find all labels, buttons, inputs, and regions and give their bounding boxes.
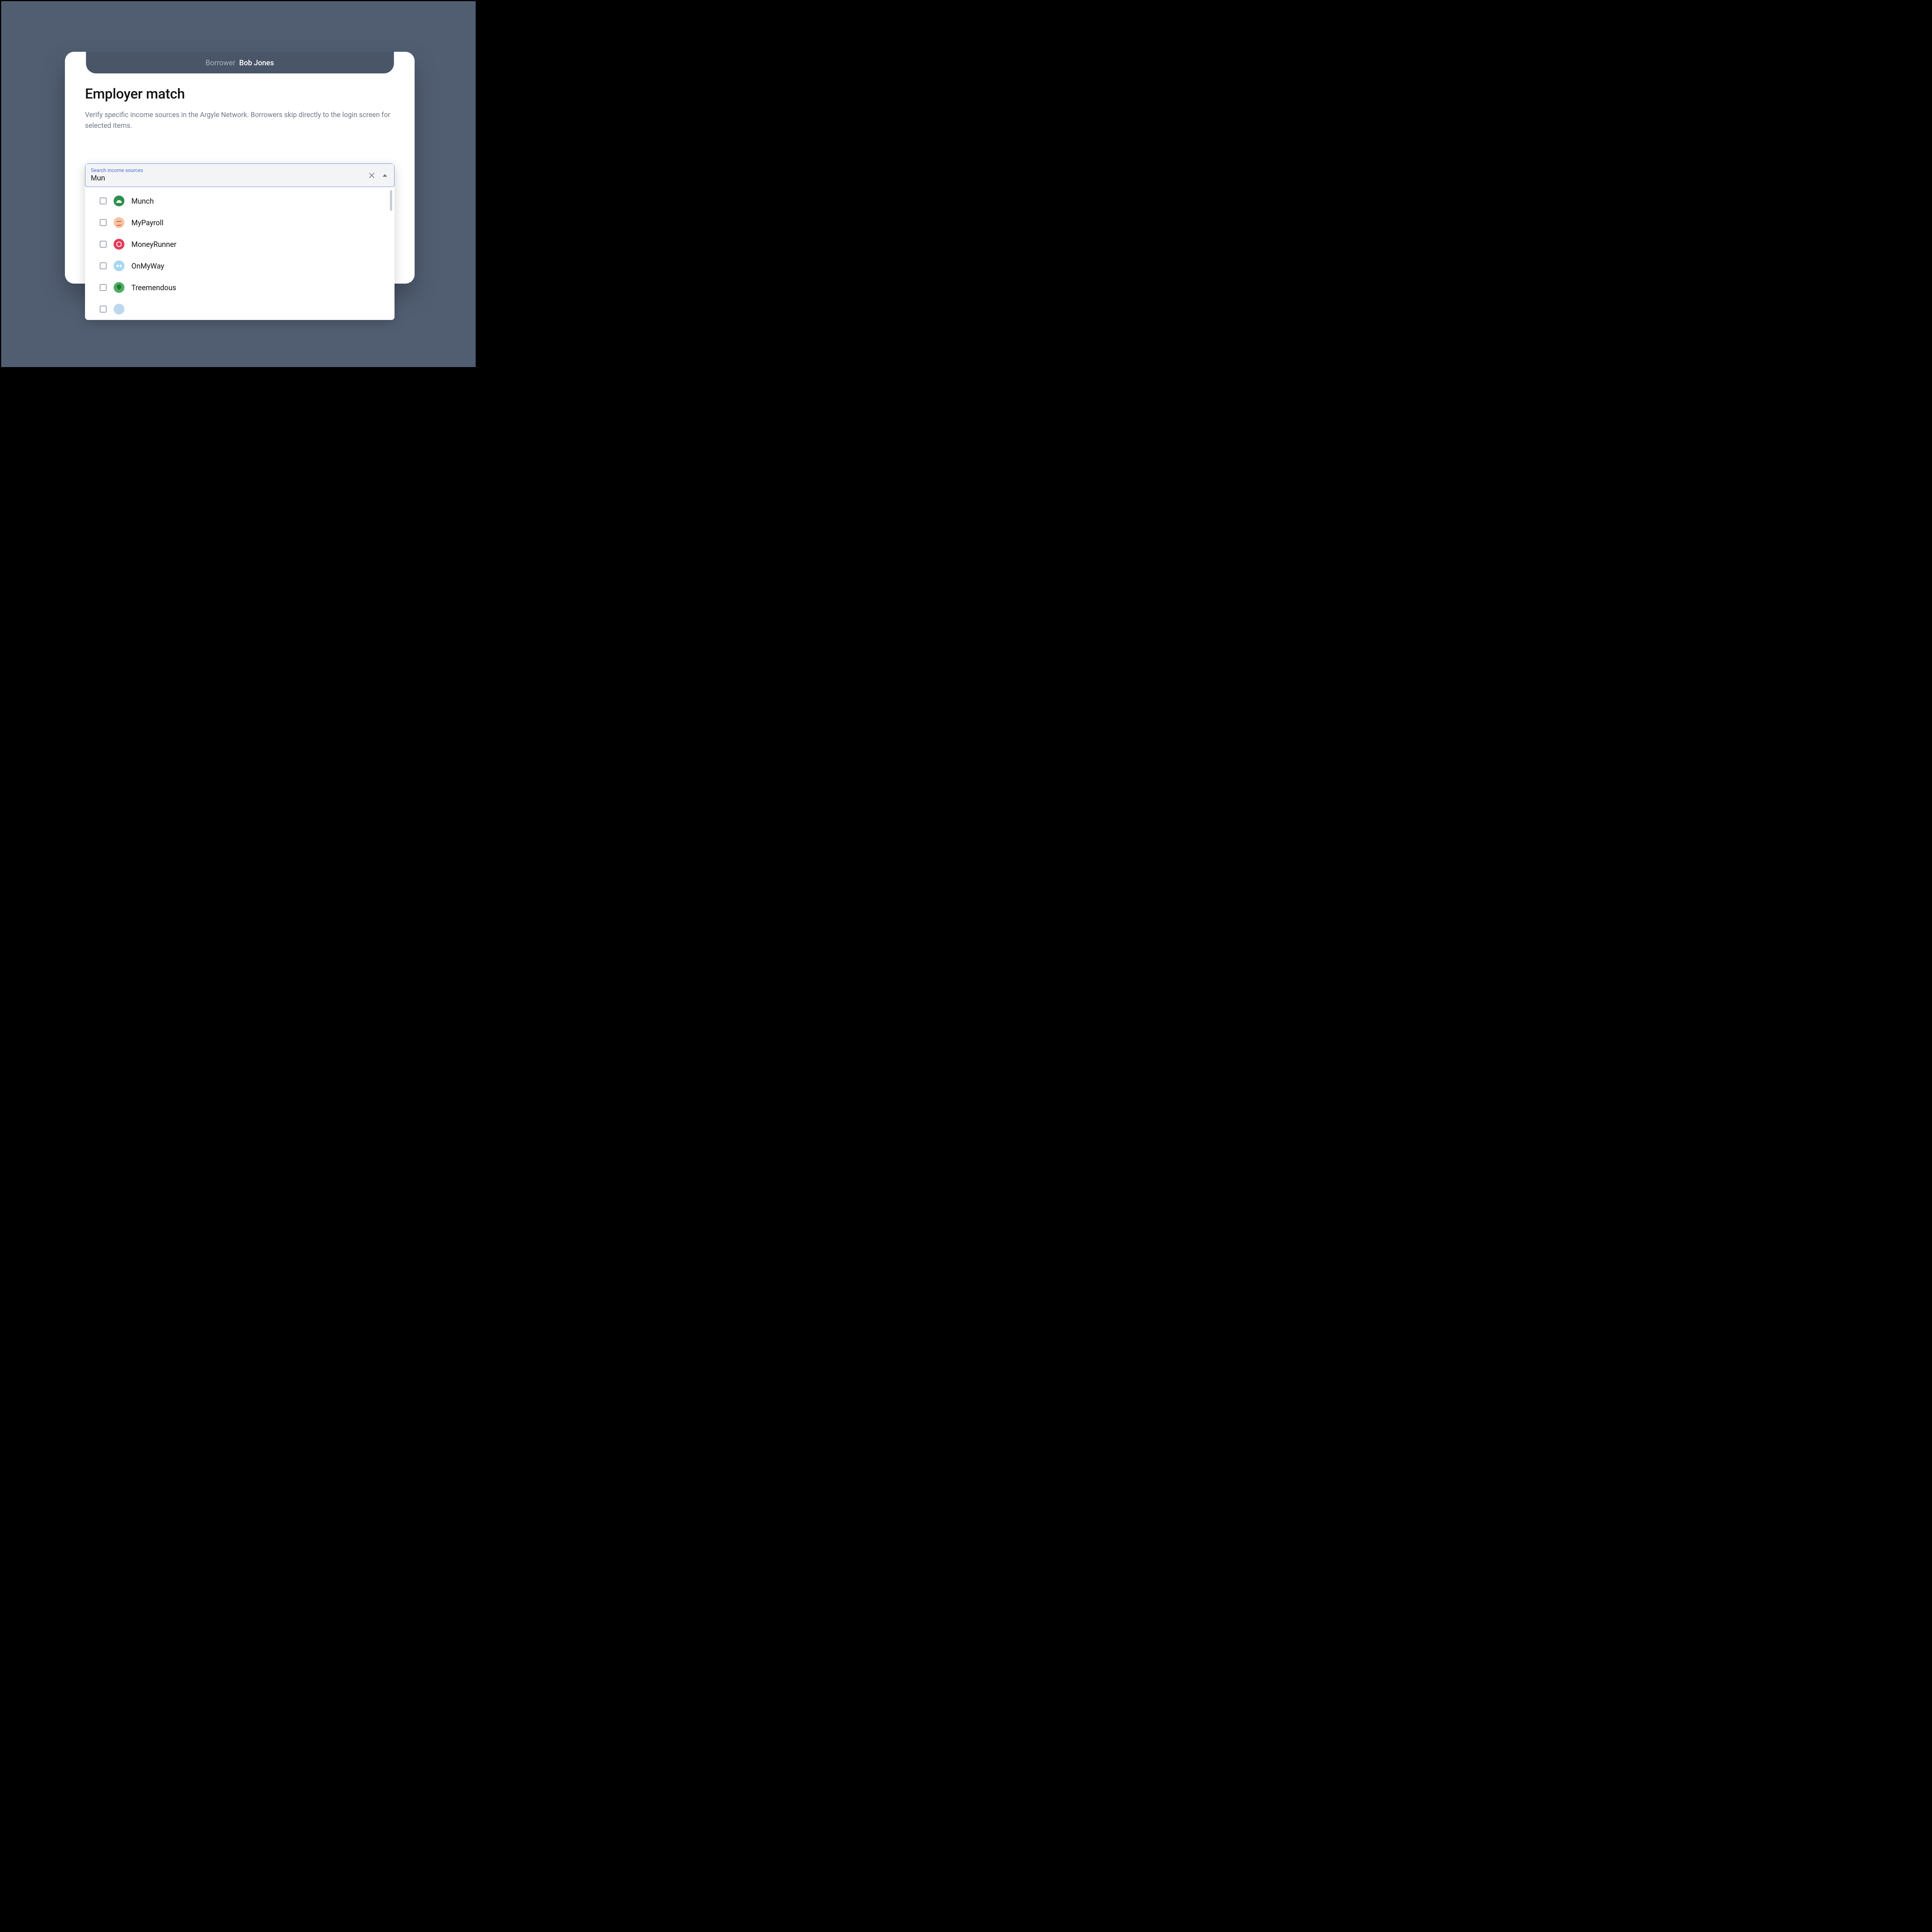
search-field-label: Search income sources <box>91 168 389 173</box>
app-stage: Borrower Bob Jones Employer match Verify… <box>0 0 477 368</box>
results-list: Munch MyPayroll MoneyRunner OnMyWay Treemend… <box>85 187 395 320</box>
search-actions <box>368 172 389 179</box>
borrower-label: Borrower <box>206 58 235 67</box>
mypayroll-logo <box>114 217 124 228</box>
borrower-header-tab: Borrower Bob Jones <box>86 52 394 73</box>
checkbox[interactable] <box>100 284 107 291</box>
search-field[interactable]: Search income sources <box>85 163 395 187</box>
list-item[interactable]: Treemendous <box>85 277 395 298</box>
option-label: Munch <box>131 197 154 206</box>
munch-logo <box>114 196 124 206</box>
option-label: MyPayroll <box>131 218 163 227</box>
borrower-name: Bob Jones <box>239 58 274 67</box>
option-label: Treemendous <box>131 283 176 292</box>
list-item[interactable]: Munch <box>85 190 395 212</box>
income-source-combobox: Search income sources Munch MyPayroll <box>85 163 395 320</box>
moneyrunner-logo <box>114 239 124 250</box>
treemendous-logo <box>114 282 124 293</box>
checkbox[interactable] <box>100 197 107 204</box>
results-listbox: Munch MyPayroll MoneyRunner OnMyWay Treemend… <box>85 187 395 320</box>
partial-logo <box>114 304 124 315</box>
close-icon[interactable] <box>368 172 376 179</box>
list-item[interactable] <box>85 298 395 320</box>
page-description: Verify specific income sources in the Ar… <box>85 110 394 131</box>
onmyway-logo <box>114 260 124 271</box>
chevron-up-icon[interactable] <box>381 172 389 179</box>
option-label: MoneyRunner <box>131 240 177 249</box>
checkbox[interactable] <box>100 241 107 248</box>
search-input[interactable] <box>91 174 362 183</box>
checkbox[interactable] <box>100 306 107 313</box>
option-label: OnMyWay <box>131 262 164 270</box>
list-item[interactable]: OnMyWay <box>85 255 395 277</box>
list-item[interactable]: MyPayroll <box>85 212 395 233</box>
checkbox[interactable] <box>100 262 107 269</box>
page-title: Employer match <box>85 86 395 102</box>
card-body: Employer match Verify specific income so… <box>85 86 395 131</box>
list-item[interactable]: MoneyRunner <box>85 233 395 255</box>
checkbox[interactable] <box>100 219 107 226</box>
